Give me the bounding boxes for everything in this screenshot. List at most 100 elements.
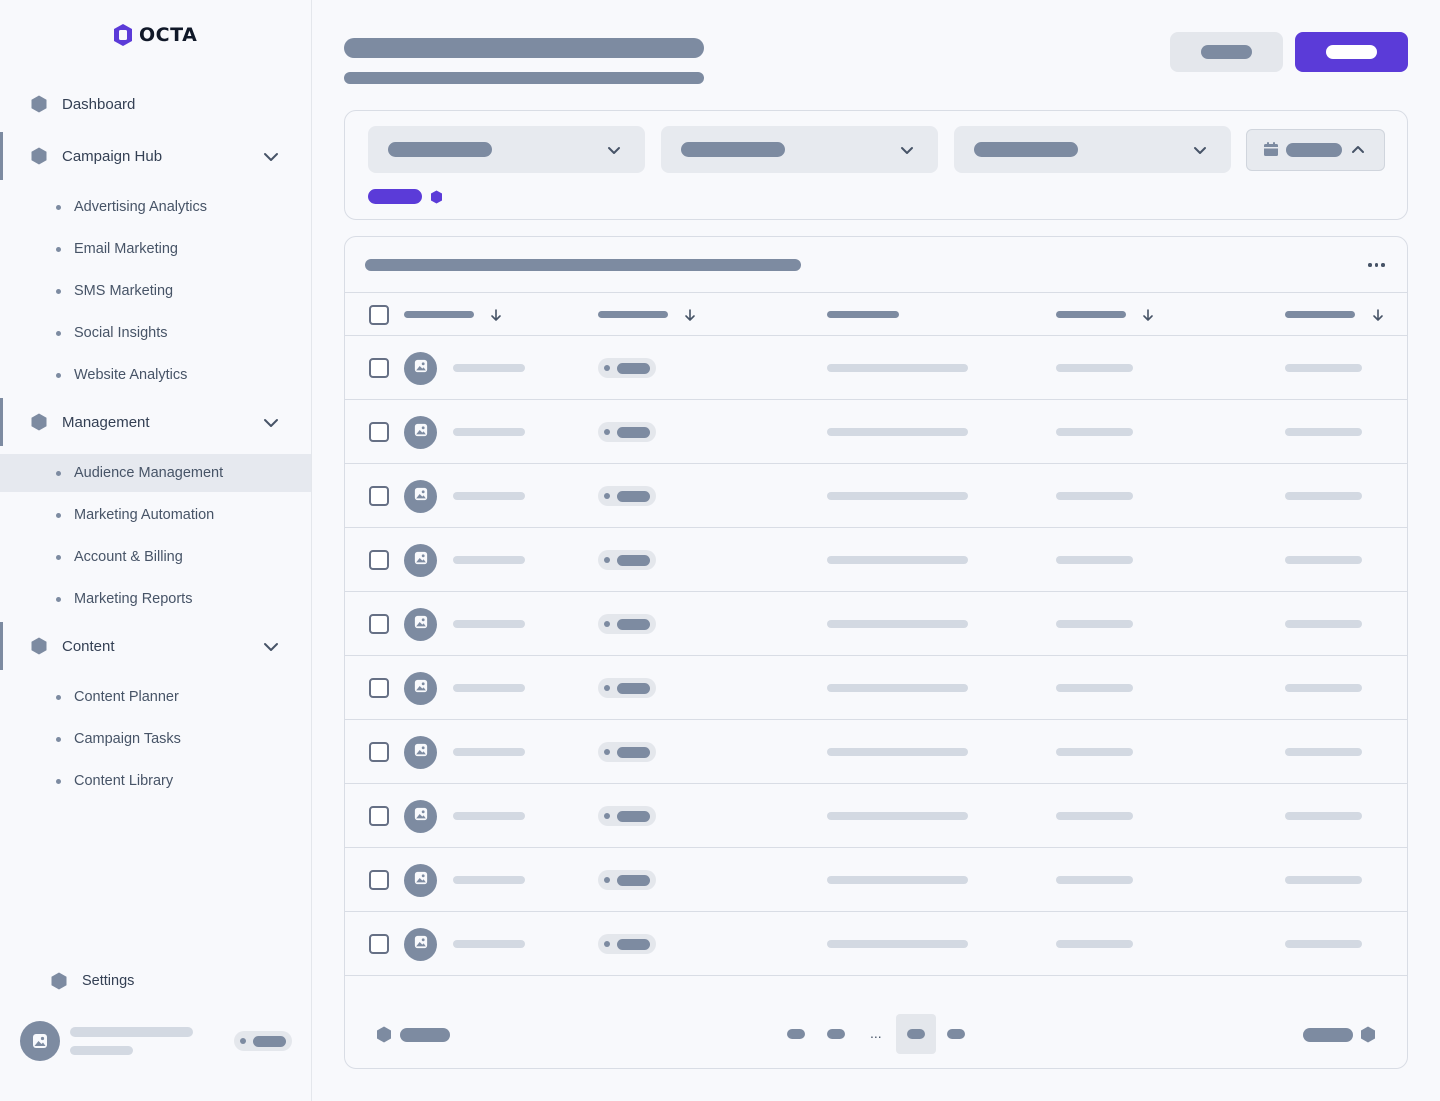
row-checkbox[interactable] xyxy=(369,550,389,570)
table-row[interactable] xyxy=(345,784,1407,848)
chevron-down-icon[interactable] xyxy=(262,148,280,166)
cell-placeholder xyxy=(453,428,525,436)
bullet-icon xyxy=(56,288,61,294)
image-placeholder-icon xyxy=(414,743,428,762)
bullet-icon xyxy=(56,330,61,336)
column-header[interactable] xyxy=(1285,311,1355,318)
sidebar-item-website-analytics[interactable]: Website Analytics xyxy=(0,356,311,394)
more-options-icon[interactable] xyxy=(1368,263,1385,267)
row-checkbox[interactable] xyxy=(369,422,389,442)
sidebar-item-label: Dashboard xyxy=(62,95,136,113)
row-checkbox[interactable] xyxy=(369,486,389,506)
chevron-down-icon[interactable] xyxy=(262,638,280,656)
secondary-action-button[interactable] xyxy=(1170,32,1283,72)
hexagon-icon[interactable] xyxy=(430,190,443,204)
sidebar-item-marketing-automation[interactable]: Marketing Automation xyxy=(0,496,311,534)
row-avatar xyxy=(404,416,437,449)
column-header[interactable] xyxy=(404,311,474,318)
page-button[interactable] xyxy=(936,1014,976,1054)
sort-arrow-down-icon[interactable] xyxy=(1141,308,1155,322)
user-avatar[interactable] xyxy=(20,1021,60,1061)
previous-page-button[interactable] xyxy=(400,1028,450,1042)
row-checkbox[interactable] xyxy=(369,806,389,826)
sort-arrow-down-icon[interactable] xyxy=(683,308,697,322)
date-range-button[interactable] xyxy=(1246,129,1385,171)
cell-placeholder xyxy=(453,876,525,884)
active-filter-chip[interactable] xyxy=(368,189,422,204)
filter-select-3[interactable] xyxy=(954,126,1231,173)
octa-logo-icon xyxy=(114,24,132,46)
cell-placeholder xyxy=(1285,428,1362,436)
filter-select-2[interactable] xyxy=(661,126,938,173)
table-title-placeholder xyxy=(365,259,801,271)
table-row[interactable] xyxy=(345,592,1407,656)
sidebar-item-social-insights[interactable]: Social Insights xyxy=(0,314,311,352)
sidebar-item-account-billing[interactable]: Account & Billing xyxy=(0,538,311,576)
row-checkbox[interactable] xyxy=(369,934,389,954)
table-row[interactable] xyxy=(345,528,1407,592)
cell-placeholder xyxy=(827,364,968,372)
filter-select-1[interactable] xyxy=(368,126,645,173)
sidebar-group-campaign-hub[interactable]: Campaign Hub xyxy=(0,132,311,180)
sidebar-item-audience-management[interactable]: Audience Management xyxy=(0,454,311,492)
primary-action-button[interactable] xyxy=(1295,32,1408,72)
user-name-placeholder xyxy=(70,1027,193,1037)
cell-placeholder xyxy=(1056,940,1133,948)
table-row[interactable] xyxy=(345,720,1407,784)
status-badge xyxy=(598,934,656,954)
bullet-icon xyxy=(56,204,61,210)
page-button-current[interactable] xyxy=(896,1014,936,1054)
cell-placeholder xyxy=(1056,620,1133,628)
sort-arrow-down-icon[interactable] xyxy=(489,308,503,322)
sort-arrow-down-icon[interactable] xyxy=(1371,308,1385,322)
cell-placeholder xyxy=(1056,812,1133,820)
table-row[interactable] xyxy=(345,912,1407,976)
row-avatar xyxy=(404,480,437,513)
status-badge xyxy=(598,870,656,890)
sidebar-group-content[interactable]: Content xyxy=(0,622,311,670)
sidebar-item-advertising-analytics[interactable]: Advertising Analytics xyxy=(0,188,311,226)
row-checkbox[interactable] xyxy=(369,614,389,634)
table-row[interactable] xyxy=(345,336,1407,400)
table-row[interactable] xyxy=(345,464,1407,528)
bullet-icon xyxy=(56,372,61,378)
page-subtitle-placeholder xyxy=(344,72,704,84)
chevron-down-icon[interactable] xyxy=(262,414,280,432)
table-row[interactable] xyxy=(345,656,1407,720)
next-page-button[interactable] xyxy=(1303,1028,1353,1042)
sidebar-item-campaign-tasks[interactable]: Campaign Tasks xyxy=(0,720,311,758)
bullet-icon xyxy=(56,736,61,742)
table-row[interactable] xyxy=(345,848,1407,912)
cell-placeholder xyxy=(827,748,968,756)
sidebar-item-email-marketing[interactable]: Email Marketing xyxy=(0,230,311,268)
column-header[interactable] xyxy=(827,311,899,318)
sidebar-item-dashboard[interactable]: Dashboard xyxy=(0,80,311,128)
sidebar-item-marketing-reports[interactable]: Marketing Reports xyxy=(0,580,311,618)
page-button[interactable] xyxy=(776,1014,816,1054)
cell-placeholder xyxy=(453,812,525,820)
pagination-ellipsis: ... xyxy=(870,1025,882,1041)
date-range-placeholder xyxy=(1286,143,1342,157)
cell-placeholder xyxy=(453,684,525,692)
logo[interactable]: OCTA xyxy=(112,23,197,47)
row-checkbox[interactable] xyxy=(369,358,389,378)
sidebar-item-sms-marketing[interactable]: SMS Marketing xyxy=(0,272,311,310)
sidebar-group-management[interactable]: Management xyxy=(0,398,311,446)
page-button[interactable] xyxy=(816,1014,856,1054)
sidebar-item-label: Settings xyxy=(82,973,135,989)
table-row[interactable] xyxy=(345,400,1407,464)
row-checkbox[interactable] xyxy=(369,678,389,698)
sidebar-item-content-library[interactable]: Content Library xyxy=(0,762,311,800)
hexagon-icon xyxy=(1361,1026,1375,1043)
sidebar-item-settings[interactable]: Settings xyxy=(20,957,300,1005)
column-header[interactable] xyxy=(598,311,668,318)
calendar-icon xyxy=(1264,142,1278,156)
column-header[interactable] xyxy=(1056,311,1126,318)
select-value-placeholder xyxy=(974,142,1078,157)
hexagon-icon xyxy=(31,95,47,113)
sidebar-item-label: Email Marketing xyxy=(74,241,178,257)
row-checkbox[interactable] xyxy=(369,742,389,762)
select-all-checkbox[interactable] xyxy=(369,305,389,325)
row-checkbox[interactable] xyxy=(369,870,389,890)
sidebar-item-content-planner[interactable]: Content Planner xyxy=(0,678,311,716)
